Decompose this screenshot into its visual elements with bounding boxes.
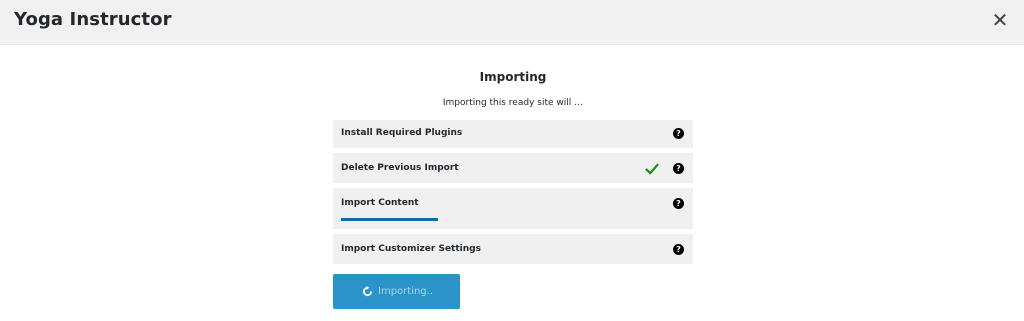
checkmark-icon: [645, 163, 659, 175]
import-content-progress-bar: [341, 218, 441, 221]
modal-header: Yoga Instructor ✕: [0, 0, 1024, 45]
step-label: Install Required Plugins: [341, 128, 463, 138]
question-circle-icon[interactable]: ?: [673, 163, 684, 174]
step-label: Import Customizer Settings: [341, 244, 481, 254]
page-title: Importing: [479, 70, 547, 84]
refresh-spinner-icon: [362, 286, 373, 297]
importing-button-label: Importing..: [378, 286, 434, 297]
step-delete-previous-import: Delete Previous Import ?: [333, 153, 693, 183]
close-icon[interactable]: ✕: [990, 8, 1010, 32]
step-import-customizer-settings: Import Customizer Settings ?: [333, 234, 693, 264]
step-import-content: Import Content ?: [333, 188, 693, 229]
step-label: Import Content: [341, 198, 419, 208]
step-install-plugins: Install Required Plugins ?: [333, 120, 693, 148]
question-circle-icon[interactable]: ?: [673, 128, 684, 139]
import-steps-list: Install Required Plugins ? Delete Previo…: [333, 120, 693, 269]
step-label: Delete Previous Import: [341, 163, 459, 173]
question-circle-icon[interactable]: ?: [673, 198, 684, 209]
importing-button[interactable]: Importing..: [333, 274, 460, 309]
progress-fill: [341, 218, 439, 221]
import-description: Importing this ready site will …: [442, 98, 584, 108]
import-modal: Yoga Instructor ✕ Importing Importing th…: [0, 0, 1024, 321]
modal-title: Yoga Instructor: [14, 9, 172, 30]
question-circle-icon[interactable]: ?: [673, 244, 684, 255]
import-panel: Importing Importing this ready site will…: [333, 66, 693, 264]
